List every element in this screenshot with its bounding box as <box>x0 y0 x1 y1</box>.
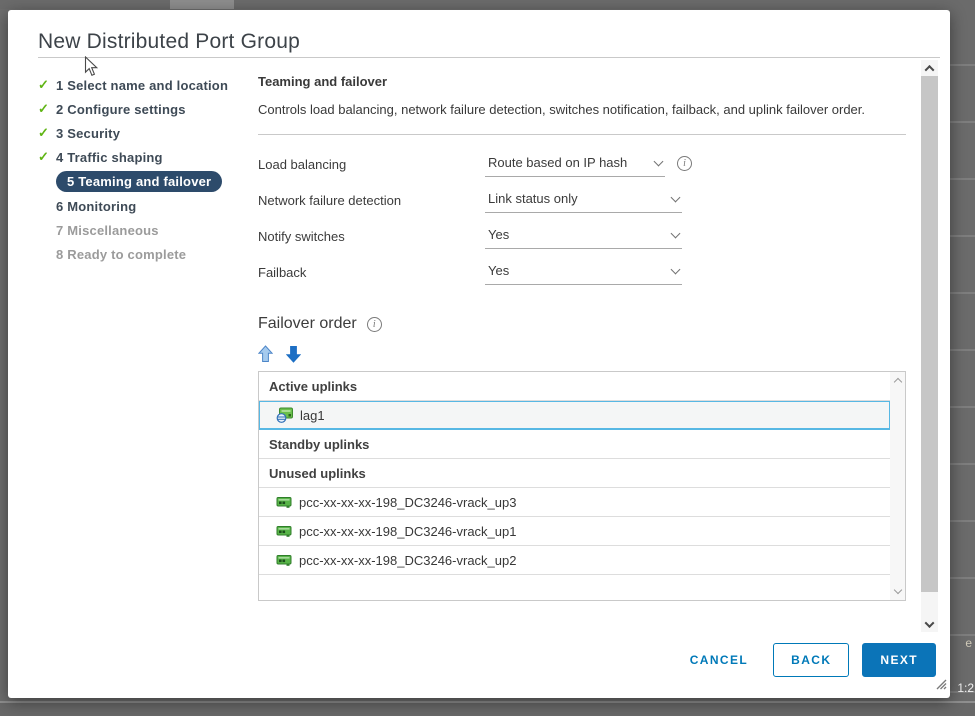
uplink-name: pcc-xx-xx-xx-198_DC3246-vrack_up2 <box>299 553 516 568</box>
failback-select[interactable]: Yes <box>485 263 682 285</box>
step-label: 8 Ready to complete <box>56 247 186 262</box>
unused-uplinks-header: Unused uplinks <box>259 459 890 488</box>
arrow-up-icon <box>258 351 273 366</box>
dialog-title: New Distributed Port Group <box>38 30 300 54</box>
standby-uplinks-header: Standby uplinks <box>259 430 890 459</box>
failover-order-title: Failover order <box>258 315 357 333</box>
info-icon[interactable]: i <box>677 156 692 171</box>
failover-order-rows: Active uplinks lag1 Stan <box>259 372 890 575</box>
uplink-name: pcc-xx-xx-xx-198_DC3246-vrack_up3 <box>299 495 516 510</box>
step-ready-to-complete: 8 Ready to complete <box>38 242 256 266</box>
scroll-down-icon[interactable] <box>893 586 901 594</box>
page-description: Controls load balancing, network failure… <box>258 98 880 122</box>
title-divider <box>38 57 940 58</box>
scroll-down-icon <box>925 618 935 628</box>
form-row: Failback Yes <box>258 263 914 299</box>
check-icon: ✓ <box>38 77 56 93</box>
scroll-down-button[interactable] <box>921 616 938 632</box>
step-security[interactable]: ✓ 3 Security <box>38 121 256 145</box>
step-teaming-and-failover[interactable]: 5 Teaming and failover <box>38 169 256 194</box>
step-content: Teaming and failover Controls load balan… <box>258 74 914 601</box>
step-label: 4 Traffic shaping <box>56 150 163 165</box>
lag-icon <box>276 407 293 423</box>
network-failure-detection-label: Network failure detection <box>258 191 485 208</box>
nic-icon <box>276 495 292 509</box>
uplink-row-vrack-up3[interactable]: pcc-xx-xx-xx-198_DC3246-vrack_up3 <box>259 488 890 517</box>
check-icon: ✓ <box>38 149 56 165</box>
step-monitoring[interactable]: 6 Monitoring <box>38 194 256 218</box>
load-balancing-label: Load balancing <box>258 155 485 172</box>
cancel-button[interactable]: CANCEL <box>678 644 760 676</box>
form-row: Notify switches Yes <box>258 227 914 263</box>
chevron-down-icon <box>654 156 664 166</box>
section-divider <box>258 134 906 135</box>
form-row: Load balancing Route based on IP hash i <box>258 155 914 191</box>
failover-order-heading: Failover order i <box>258 315 914 333</box>
step-label: 6 Monitoring <box>56 199 136 214</box>
step-label: 1 Select name and location <box>56 78 228 93</box>
uplink-row-vrack-up2[interactable]: pcc-xx-xx-xx-198_DC3246-vrack_up2 <box>259 546 890 575</box>
network-failure-detection-select[interactable]: Link status only <box>485 191 682 213</box>
step-label: 3 Security <box>56 126 120 141</box>
failover-move-buttons <box>258 345 914 363</box>
uplink-row-vrack-up1[interactable]: pcc-xx-xx-xx-198_DC3246-vrack_up1 <box>259 517 890 546</box>
step-traffic-shaping[interactable]: ✓ 4 Traffic shaping <box>38 145 256 169</box>
mouse-cursor-icon <box>84 56 98 82</box>
next-button[interactable]: NEXT <box>862 643 936 677</box>
step-label: 7 Miscellaneous <box>56 223 159 238</box>
notify-switches-label: Notify switches <box>258 227 485 244</box>
teaming-form: Load balancing Route based on IP hash i … <box>258 155 914 299</box>
nic-icon <box>276 553 292 567</box>
step-select-name-and-location[interactable]: ✓ 1 Select name and location <box>38 73 256 97</box>
dialog-footer: CANCEL BACK NEXT <box>678 643 936 677</box>
select-value: Link status only <box>488 191 578 206</box>
form-row: Network failure detection Link status on… <box>258 191 914 227</box>
arrow-down-icon <box>286 351 301 366</box>
failover-order-list: Active uplinks lag1 Stan <box>258 371 906 601</box>
chevron-down-icon <box>671 192 681 202</box>
notify-switches-select[interactable]: Yes <box>485 227 682 249</box>
step-label: 2 Configure settings <box>56 102 186 117</box>
check-icon: ✓ <box>38 101 56 117</box>
backdrop-right-strip <box>950 9 975 716</box>
step-label: 5 Teaming and failover <box>56 171 222 192</box>
scroll-up-button[interactable] <box>921 60 938 76</box>
chevron-down-icon <box>671 264 681 274</box>
scroll-up-icon <box>925 64 935 74</box>
uplink-name: lag1 <box>300 408 325 423</box>
check-icon: ✓ <box>38 125 56 141</box>
nic-icon <box>276 524 292 538</box>
info-icon[interactable]: i <box>367 317 382 332</box>
wizard-steps: ✓ 1 Select name and location ✓ 2 Configu… <box>38 73 256 266</box>
step-miscellaneous: 7 Miscellaneous <box>38 218 256 242</box>
scrollbar-thumb[interactable] <box>921 76 938 592</box>
backdrop-bottom-strip <box>0 701 975 716</box>
backdrop-text-fragment: e <box>965 636 972 650</box>
back-button[interactable]: BACK <box>773 643 849 677</box>
backdrop-top-strip <box>0 0 975 9</box>
new-distributed-port-group-dialog: New Distributed Port Group ✓ 1 Select na… <box>8 10 950 698</box>
move-up-button[interactable] <box>258 345 273 363</box>
uplink-name: pcc-xx-xx-xx-198_DC3246-vrack_up1 <box>299 524 516 539</box>
list-scrollbar[interactable] <box>890 372 905 600</box>
load-balancing-select[interactable]: Route based on IP hash <box>485 155 665 177</box>
failback-label: Failback <box>258 263 485 280</box>
step-configure-settings[interactable]: ✓ 2 Configure settings <box>38 97 256 121</box>
chevron-down-icon <box>671 228 681 238</box>
uplink-row-lag1[interactable]: lag1 <box>259 401 890 430</box>
backdrop-tab <box>170 0 234 9</box>
active-uplinks-header: Active uplinks <box>259 372 890 401</box>
scroll-up-icon[interactable] <box>893 378 901 386</box>
backdrop-clock-fragment: 1:2 <box>957 681 974 695</box>
resize-grip-icon[interactable] <box>935 677 947 695</box>
select-value: Yes <box>488 227 509 242</box>
page-title: Teaming and failover <box>258 74 914 89</box>
move-down-button[interactable] <box>286 345 301 363</box>
dialog-scrollbar[interactable] <box>921 60 938 632</box>
select-value: Yes <box>488 263 509 278</box>
select-value: Route based on IP hash <box>488 155 627 170</box>
